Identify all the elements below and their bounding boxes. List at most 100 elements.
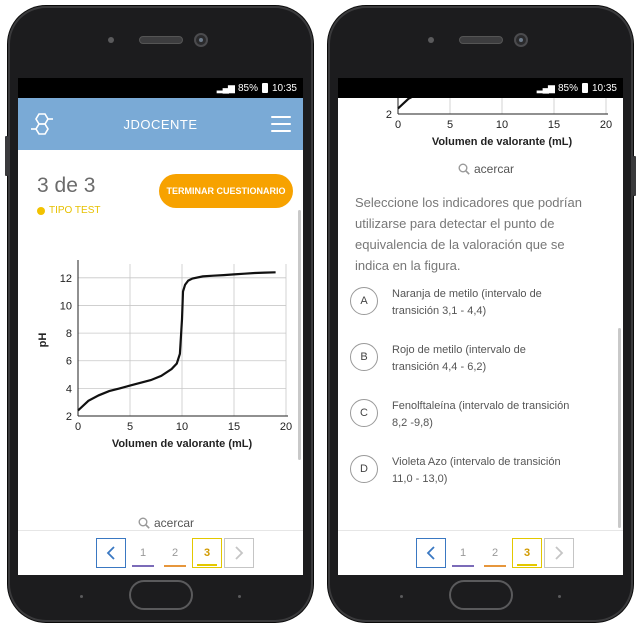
question-counter: 3 de 3 (37, 174, 96, 197)
next-page-button[interactable] (224, 538, 254, 568)
molecule-logo-icon[interactable] (30, 112, 56, 136)
y-tick-label: 2 (386, 109, 392, 121)
option-b[interactable]: B Rojo de metilo (intervalo de transición… (350, 342, 618, 386)
hamburger-menu-icon[interactable] (271, 116, 291, 132)
page-1-button[interactable]: 1 (128, 538, 158, 568)
titration-curve (77, 271, 276, 412)
chart-grid (397, 98, 607, 115)
chevron-right-icon (235, 546, 244, 560)
chevron-left-icon (426, 546, 435, 560)
page-2-button[interactable]: 2 (160, 538, 190, 568)
option-c[interactable]: C Fenolftaleína (intervalo de transición… (350, 398, 618, 442)
question-line: Seleccione los indicadores que podrían (355, 195, 582, 210)
status-bar: ▂▄▆ 85% 10:35 (338, 78, 623, 98)
option-a[interactable]: A Naranja de metilo (intervalo de transic… (350, 286, 618, 330)
y-tick-label: 8 (66, 328, 72, 340)
x-tick-label: 20 (280, 421, 292, 433)
signal-icon: ▂▄▆ (216, 82, 235, 93)
pagination: 1 2 3 (338, 530, 623, 575)
quiz-content: 3 de 3 TIPO TEST TERMINAR CUESTIONARIO 0… (18, 150, 303, 530)
sensor-dot (428, 37, 434, 43)
phone-left: ▂▄▆ 85% 10:35 JDOCENTE 3 de 3 TIPO TEST (5, 6, 313, 622)
zoom-label: acercar (474, 162, 515, 176)
chart-ticks: 0 5 10 15 20 2 4 6 8 10 12 (60, 273, 292, 433)
chart-axes (397, 98, 608, 115)
battery-icon (261, 83, 268, 93)
finish-quiz-button[interactable]: TERMINAR CUESTIONARIO (159, 174, 293, 208)
question-line: indica en la figura. (355, 258, 461, 273)
x-tick-label: 15 (548, 119, 560, 131)
front-camera (194, 33, 208, 47)
zoom-link[interactable]: acercar (138, 516, 194, 530)
titration-chart: 0 5 10 15 20 2 4 6 8 10 12 Volumen de valorante (m… (37, 260, 292, 450)
app-title: JDOCENTE (123, 116, 198, 132)
screen: ▂▄▆ 85% 10:35 0510152024681012 Volumen d… (338, 78, 623, 575)
x-tick-label: 5 (127, 421, 133, 433)
option-letter: B (350, 343, 378, 371)
battery-level: 85% (557, 82, 578, 94)
y-tick-label: 12 (60, 273, 72, 285)
y-tick-label: 2 (66, 411, 72, 423)
question-line: utilizarse para detectar el punto de (355, 216, 555, 231)
zoom-label: acercar (154, 516, 195, 530)
status-bar: ▂▄▆ 85% 10:35 (18, 78, 303, 98)
question-line: equivalencia de la valoración que se (355, 237, 565, 252)
next-page-button[interactable] (544, 538, 574, 568)
clock: 10:35 (271, 82, 297, 94)
home-button[interactable] (128, 580, 193, 610)
page-2-button[interactable]: 2 (480, 538, 510, 568)
previous-page-button[interactable] (416, 538, 446, 568)
x-tick-label: 10 (176, 421, 188, 433)
battery-icon (581, 83, 588, 93)
clock: 10:35 (591, 82, 617, 94)
sensor-dot (108, 37, 114, 43)
home-button[interactable] (448, 580, 513, 610)
titration-chart-partial: 0510152024681012 Volumen de valorante (m… (386, 98, 612, 148)
chart-axes (77, 260, 288, 417)
x-tick-label: 10 (496, 119, 508, 131)
x-tick-label: 0 (395, 119, 401, 131)
screen: ▂▄▆ 85% 10:35 JDOCENTE 3 de 3 TIPO TEST (18, 78, 303, 575)
nav-dot (80, 595, 83, 598)
power-key (633, 156, 636, 196)
nav-dot (238, 595, 241, 598)
type-dot-icon (37, 206, 45, 215)
page-1-button[interactable]: 1 (448, 538, 478, 568)
x-tick-label: 15 (228, 421, 240, 433)
app-header: JDOCENTE (18, 98, 303, 150)
nav-dot (558, 595, 561, 598)
chevron-left-icon (106, 546, 115, 560)
x-tick-label: 0 (75, 421, 81, 433)
y-tick-label: 4 (66, 383, 72, 395)
earpiece (458, 36, 503, 44)
x-tick-label: 5 (447, 119, 453, 131)
scrollbar[interactable] (298, 210, 301, 460)
x-axis-label: Volumen de valorante (mL) (112, 438, 253, 450)
question-type-label: TIPO TEST (49, 205, 101, 216)
option-text: Naranja de metilo (intervalo de transició… (392, 288, 542, 317)
battery-level: 85% (237, 82, 258, 94)
chart-grid (77, 264, 287, 417)
front-camera (514, 33, 528, 47)
option-letter: C (350, 399, 378, 427)
titration-curve (397, 98, 413, 110)
page-3-button[interactable]: 3 (512, 538, 542, 568)
option-text: Rojo de metilo (intervalo de transición 4… (392, 344, 526, 373)
x-tick-label: 20 (600, 119, 612, 131)
quiz-content-scrolled: 0510152024681012 Volumen de valorante (m… (338, 98, 623, 530)
volume-key (5, 136, 8, 176)
option-d[interactable]: D Violeta Azo (intervalo de transición 11… (350, 454, 618, 498)
previous-page-button[interactable] (96, 538, 126, 568)
option-text: Fenolftaleína (intervalo de transición 8,… (392, 400, 570, 429)
option-letter: D (350, 455, 378, 483)
magnifier-icon (458, 163, 470, 175)
question-text: Seleccione los indicadores que podrían u… (355, 192, 609, 276)
phone-right: ▂▄▆ 85% 10:35 0510152024681012 Volumen d… (328, 6, 636, 622)
zoom-link[interactable]: acercar (458, 162, 514, 176)
y-axis-label: pH (37, 333, 49, 348)
chevron-right-icon (555, 546, 564, 560)
page-3-button[interactable]: 3 (192, 538, 222, 568)
scrollbar[interactable] (618, 328, 621, 528)
magnifier-icon (138, 517, 150, 529)
question-type: TIPO TEST (37, 205, 101, 216)
